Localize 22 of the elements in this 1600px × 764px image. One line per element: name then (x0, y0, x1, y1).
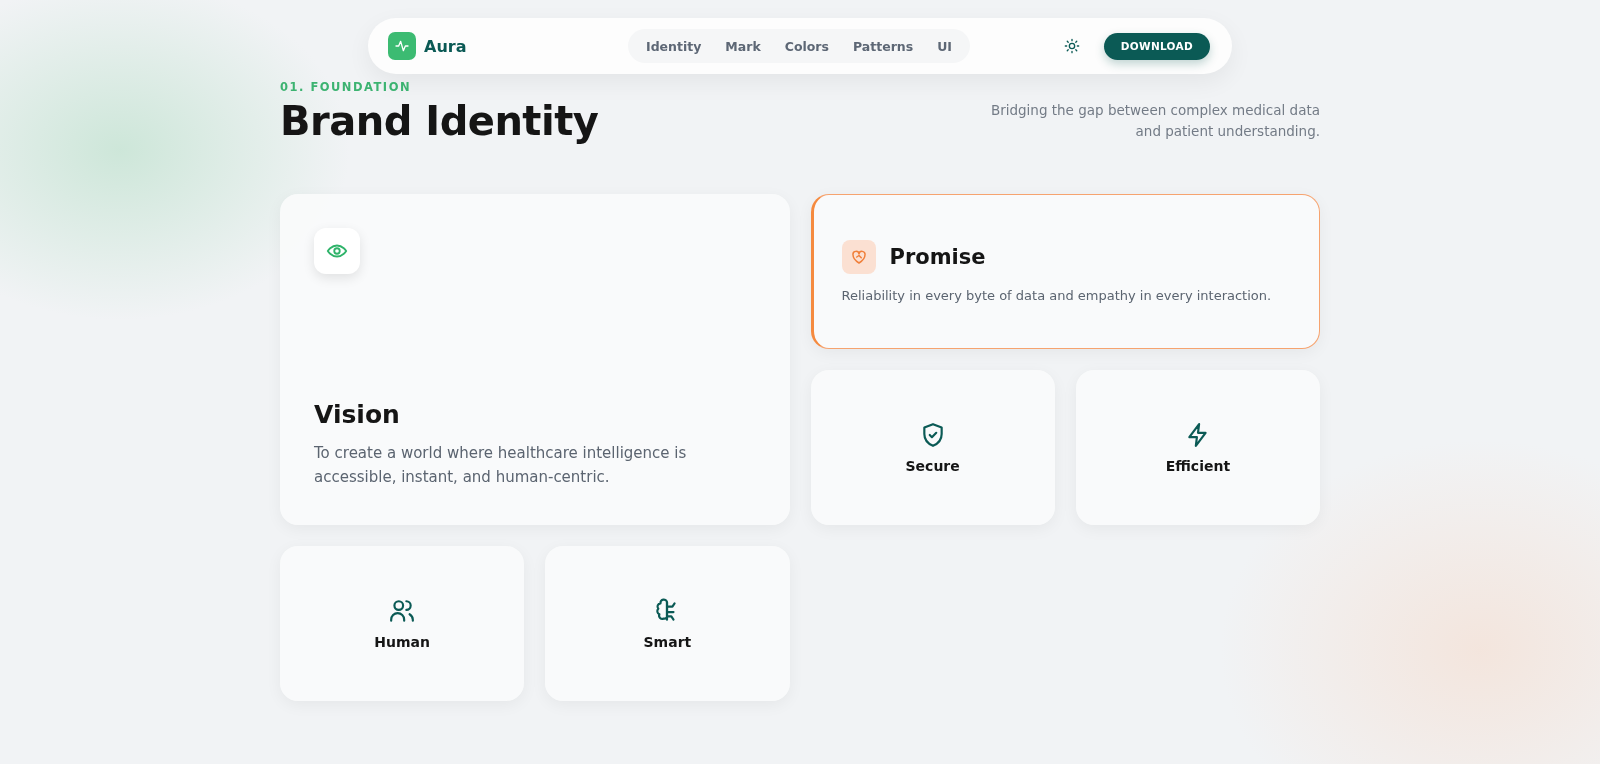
nav-link[interactable]: UI (925, 38, 964, 54)
sun-icon[interactable] (1063, 38, 1080, 54)
nav-link[interactable]: Patterns (840, 38, 926, 54)
nav-link[interactable]: Mark (713, 38, 773, 54)
nav-link[interactable]: Colors (772, 38, 841, 54)
download-button[interactable]: DOWNLOAD (1103, 32, 1210, 60)
card-description: To create a world where healthcare intelligence is accessible, instant, and human-centric. (314, 443, 688, 488)
heart-icon (849, 248, 868, 266)
page-subtitle: Bridging the gap between complex medical data and patient understanding. (990, 101, 1320, 141)
card-description: Reliability in every byte of data and empathy in every interaction. (841, 288, 1273, 303)
people-icon (389, 597, 416, 624)
pulse-logo-icon (388, 32, 416, 60)
card-title: Human (374, 633, 430, 650)
nav-link[interactable]: Identity (634, 38, 714, 54)
card-title: Secure (905, 457, 960, 474)
page-title: Brand Identity (280, 98, 599, 144)
card-title: Vision (314, 400, 401, 429)
card-title: Efficient (1165, 457, 1231, 474)
card-title: Promise (889, 245, 986, 269)
section-label: 01. FOUNDATION (280, 80, 413, 94)
brand-name[interactable]: Aura (424, 36, 467, 56)
card-title: Smart (643, 633, 692, 650)
